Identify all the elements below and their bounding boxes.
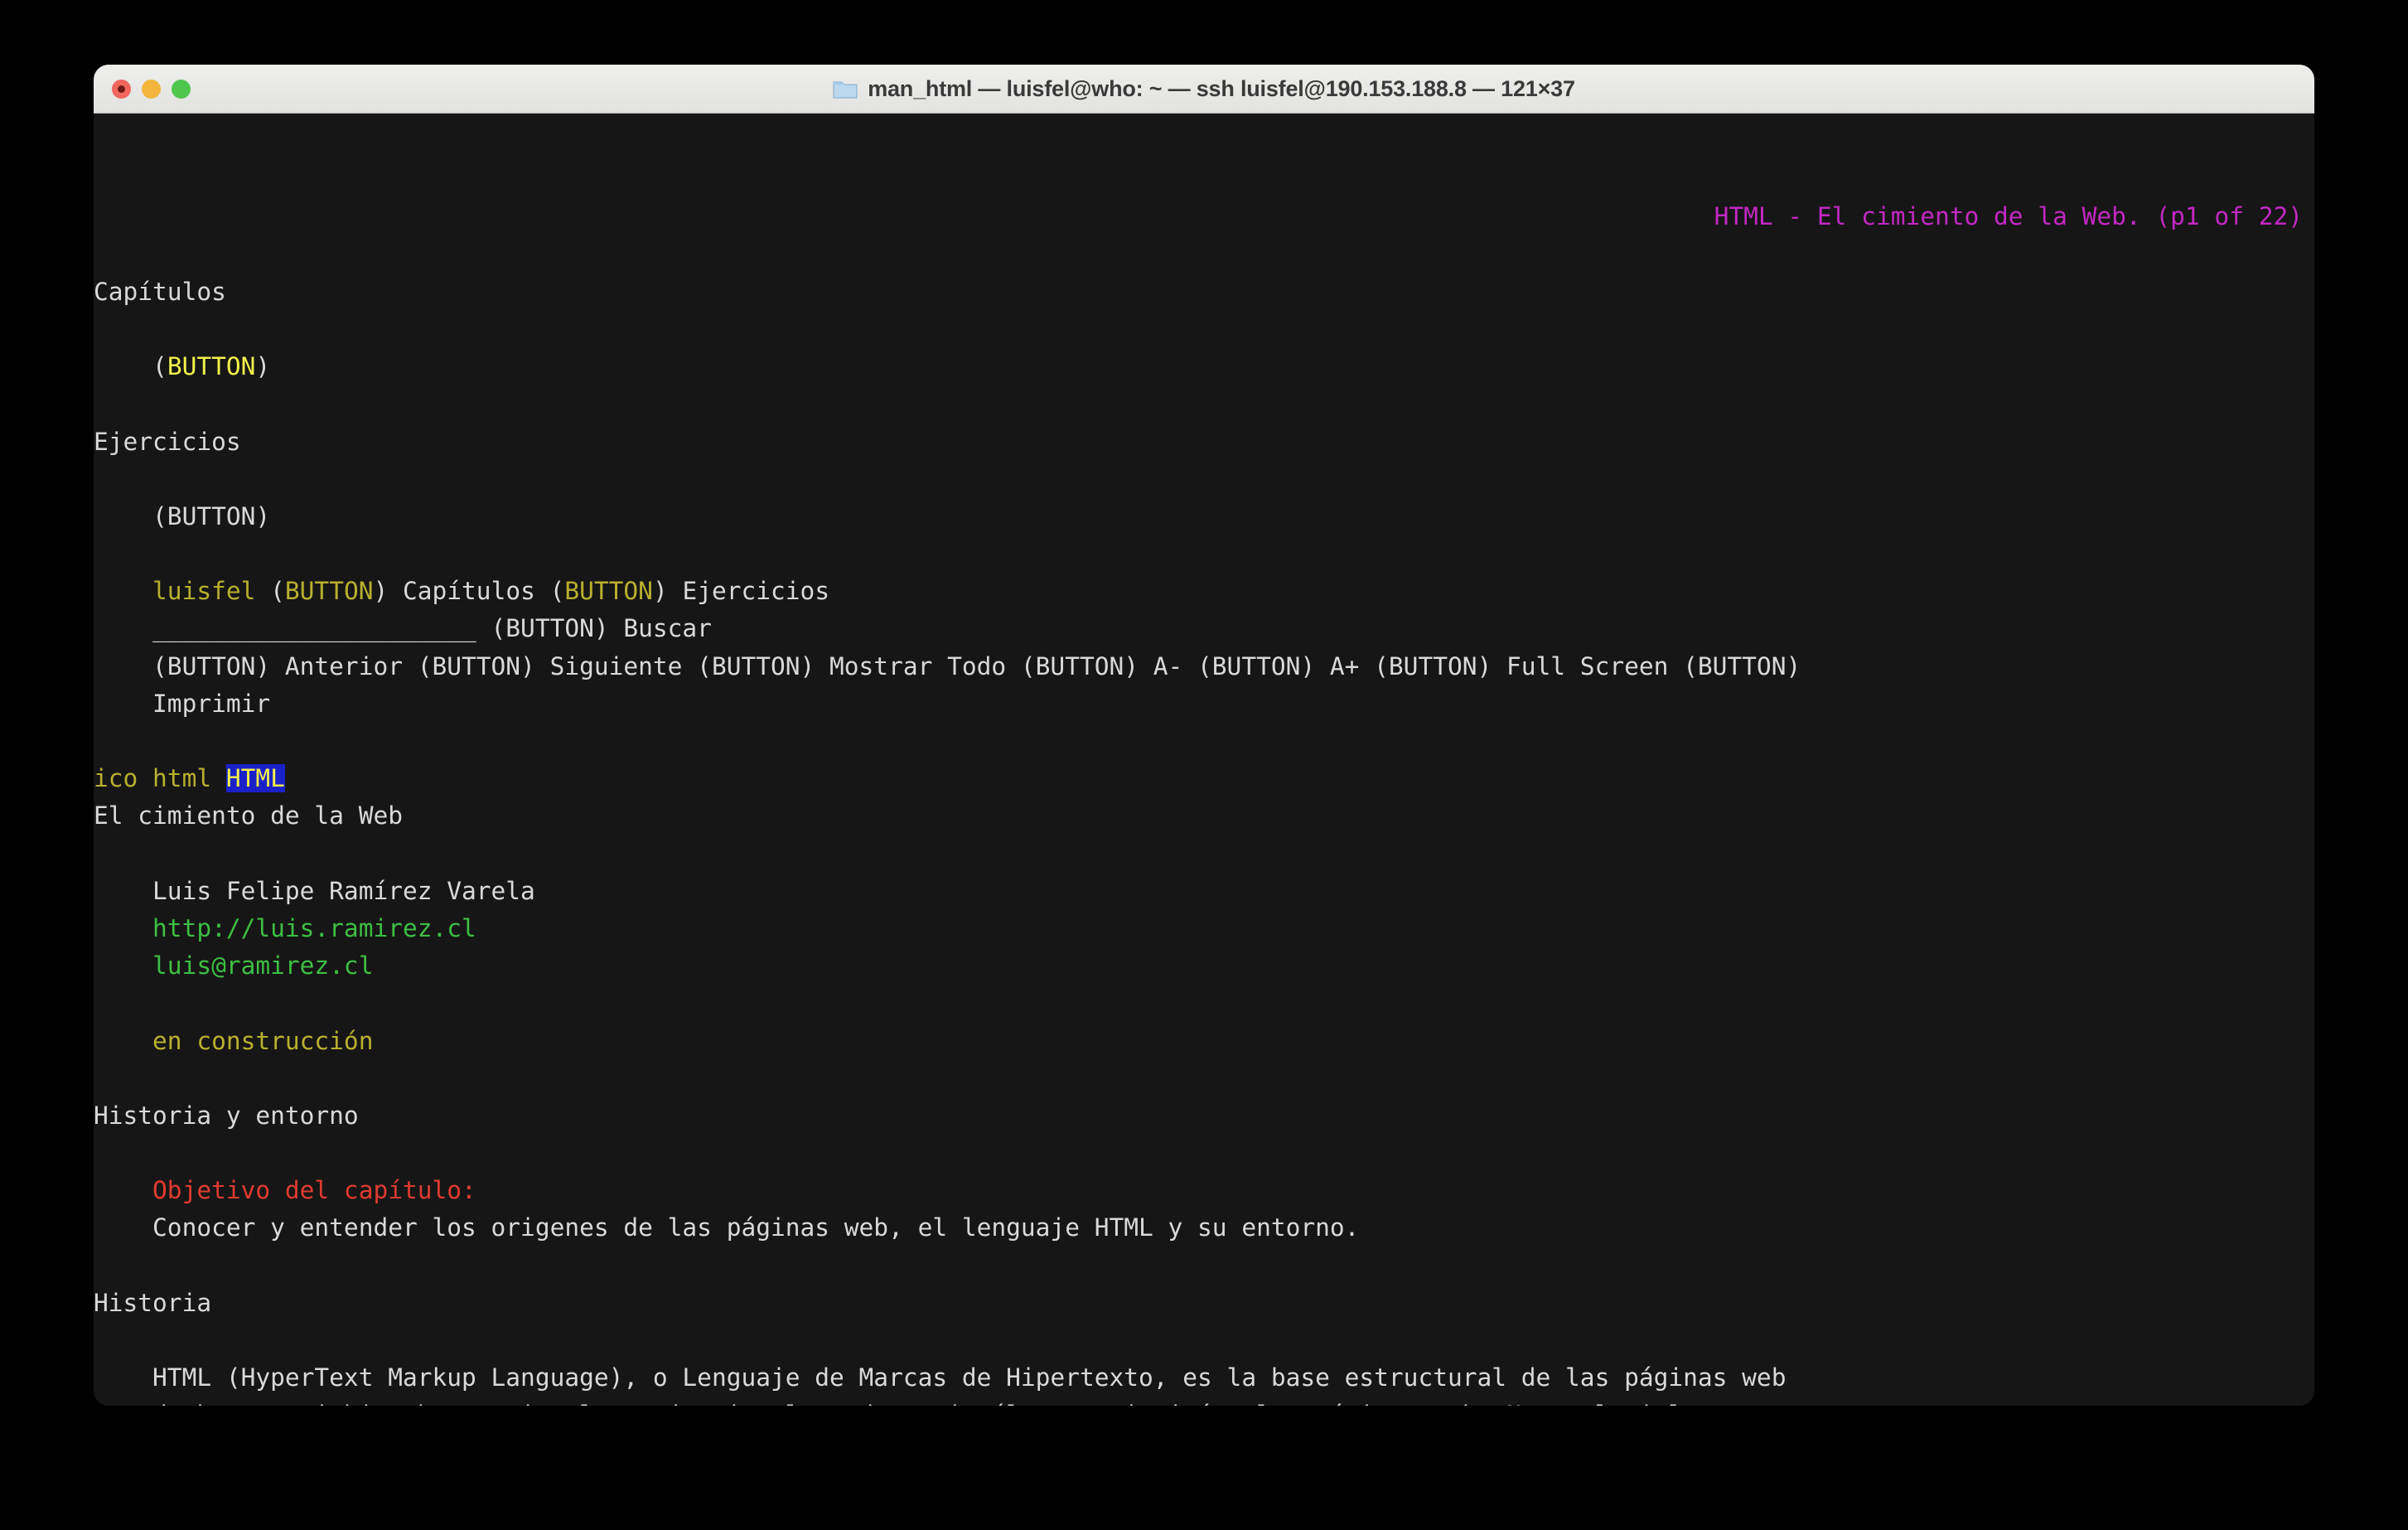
terminal-segment-nav-user-row-1[interactable]: luisfel (152, 577, 255, 605)
terminal-segment-author-url-0 (94, 914, 152, 942)
terminal-line-blank-5 (94, 535, 2314, 573)
terminal-segment-historia-heading-0: Historia (94, 1288, 212, 1317)
terminal-segment-blank-4-0 (94, 465, 109, 493)
terminal-segment-ejercicios-heading-0: Ejercicios (94, 427, 241, 456)
terminal-segment-subtitle-row-0: El cimiento de la Web (94, 801, 403, 830)
terminal-line-author-email: luis@ramirez.cl (94, 947, 2314, 985)
terminal-segment-nav-controls-row-0: (BUTTON) Anterior (BUTTON) Siguiente (BU… (94, 651, 1801, 680)
terminal-segment-blank-8-0 (94, 989, 109, 1017)
terminal-segment-capitulos-button-2: ) (255, 352, 271, 381)
terminal-segment-body-line-1-0: HTML (HyperText Markup Language), o Leng… (94, 1363, 1787, 1392)
terminal-line-objetivo-label: Objetivo del capítulo: (94, 1172, 2314, 1209)
terminal-line-body-line-1: HTML (HyperText Markup Language), o Leng… (94, 1359, 2314, 1397)
terminal-line-capitulos-button: (BUTTON) (94, 348, 2314, 385)
maximize-button[interactable] (172, 79, 191, 99)
terminal-window: man_html — luisfel@who: ~ — ssh luisfel@… (94, 65, 2314, 1406)
terminal-line-objetivo-text: Conocer y entender los origenes de las p… (94, 1209, 2314, 1247)
terminal-segment-search-row-0: ______________________ (BUTTON) Buscar (94, 614, 712, 643)
terminal-segment-nav-user-row-2: ( (255, 577, 285, 606)
terminal-segment-capitulos-button-1[interactable]: BUTTON (167, 352, 256, 380)
terminal-segment-nav-user-row-4: ) Capítulos ( (373, 577, 565, 606)
terminal-line-ejercicios-button: (BUTTON) (94, 498, 2314, 535)
terminal-content: HTML - El cimiento de la Web. (p1 of 22)… (94, 188, 2314, 1406)
terminal-segment-blank-5-0 (94, 540, 109, 568)
terminal-line-ejercicios-heading: Ejercicios (94, 424, 2314, 461)
terminal-line-blank-7 (94, 835, 2314, 873)
terminal-line-body-line-2: de hoy, y si bien hay varios lenguajes i… (94, 1397, 2314, 1406)
terminal-line-header: HTML - El cimiento de la Web. (p1 of 22) (94, 198, 2314, 235)
terminal-line-construccion: en construcción (94, 1023, 2314, 1060)
terminal-segment-nav-controls-row-2-0: Imprimir (94, 689, 271, 718)
terminal-segment-author-email-0 (94, 951, 152, 980)
folder-icon (833, 80, 858, 99)
terminal-line-blank-4 (94, 461, 2314, 498)
terminal-line-nav-controls-row-2: Imprimir (94, 685, 2314, 723)
terminal-segment-historia-entorno-heading-0: Historia y entorno (94, 1101, 359, 1130)
terminal-line-blank-6 (94, 723, 2314, 760)
window-titlebar[interactable]: man_html — luisfel@who: ~ — ssh luisfel@… (94, 65, 2314, 114)
minimize-button[interactable] (142, 79, 161, 99)
terminal-line-blank-12 (94, 1322, 2314, 1359)
terminal-segment-nav-user-row-6: ) Ejercicios (652, 577, 830, 606)
terminal-screen[interactable]: HTML - El cimiento de la Web. (p1 of 22)… (94, 114, 2314, 1406)
terminal-segment-body-line-2-0: de hoy, y si bien hay varios lenguajes i… (94, 1401, 1698, 1406)
terminal-line-historia-entorno-heading: Historia y entorno (94, 1097, 2314, 1135)
terminal-line-author-url: http://luis.ramirez.cl (94, 910, 2314, 947)
terminal-line-author-name: Luis Felipe Ramírez Varela (94, 873, 2314, 910)
terminal-segment-blank-6-0 (94, 727, 109, 755)
window-title-group: man_html — luisfel@who: ~ — ssh luisfel@… (833, 76, 1575, 102)
terminal-segment-nav-user-row-5[interactable]: BUTTON (564, 577, 653, 605)
terminal-line-blank-10 (94, 1135, 2314, 1172)
terminal-segment-blank-7-0 (94, 840, 109, 868)
terminal-segment-capitulos-button-0: ( (94, 352, 167, 381)
terminal-segment-blank-10-0 (94, 1139, 109, 1167)
terminal-segment-objetivo-label-1: Objetivo del capítulo: (152, 1176, 476, 1205)
terminal-line-historia-heading: Historia (94, 1285, 2314, 1322)
terminal-line-blank-11 (94, 1247, 2314, 1285)
terminal-segment-blank-12-0 (94, 1326, 109, 1354)
terminal-segment-author-name-0: Luis Felipe Ramírez Varela (94, 876, 535, 905)
terminal-segment-nav-user-row-0 (94, 577, 152, 605)
terminal-segment-breadcrumb-row-0[interactable]: ico html (94, 764, 226, 792)
terminal-segment-blank-9-0 (94, 1064, 109, 1092)
terminal-segment-header-0: HTML - El cimiento de la Web. (p1 of 22) (1714, 202, 2303, 231)
terminal-segment-objetivo-label-0 (94, 1176, 152, 1204)
terminal-line-blank-8 (94, 985, 2314, 1022)
window-title-text: man_html — luisfel@who: ~ — ssh luisfel@… (868, 75, 1575, 101)
terminal-line-blank-9 (94, 1060, 2314, 1097)
terminal-segment-breadcrumb-row-1[interactable]: HTML (225, 764, 285, 793)
terminal-line-capitulos-heading: Capítulos (94, 274, 2314, 311)
terminal-segment-blank-3-0 (94, 390, 109, 418)
terminal-segment-blank-2-0 (94, 315, 109, 343)
terminal-segment-construccion-0 (94, 1027, 152, 1055)
terminal-line-breadcrumb-row: ico html HTML (94, 760, 2314, 797)
terminal-line-search-row: ______________________ (BUTTON) Buscar (94, 610, 2314, 647)
terminal-line-blank-3 (94, 385, 2314, 423)
terminal-segment-ejercicios-button-0: (BUTTON) (94, 501, 271, 530)
terminal-segment-author-url-1[interactable]: http://luis.ramirez.cl (152, 914, 476, 942)
close-button[interactable] (112, 79, 131, 99)
terminal-segment-blank-11-0 (94, 1252, 109, 1280)
window-traffic-lights (112, 65, 191, 113)
terminal-segment-objetivo-text-0: Conocer y entender los origenes de las p… (94, 1213, 1360, 1242)
terminal-segment-blank-1-0 (94, 240, 109, 269)
terminal-segment-nav-user-row-3[interactable]: BUTTON (285, 577, 374, 605)
terminal-line-nav-controls-row: (BUTTON) Anterior (BUTTON) Siguiente (BU… (94, 648, 2314, 685)
terminal-line-blank-1 (94, 236, 2314, 274)
terminal-segment-construccion-1[interactable]: en construcción (152, 1027, 373, 1055)
terminal-line-subtitle-row: El cimiento de la Web (94, 797, 2314, 835)
terminal-line-blank-2 (94, 311, 2314, 348)
terminal-line-nav-user-row: luisfel (BUTTON) Capítulos (BUTTON) Ejer… (94, 573, 2314, 610)
terminal-segment-capitulos-heading-0: Capítulos (94, 277, 226, 306)
terminal-segment-author-email-1[interactable]: luis@ramirez.cl (152, 951, 373, 980)
